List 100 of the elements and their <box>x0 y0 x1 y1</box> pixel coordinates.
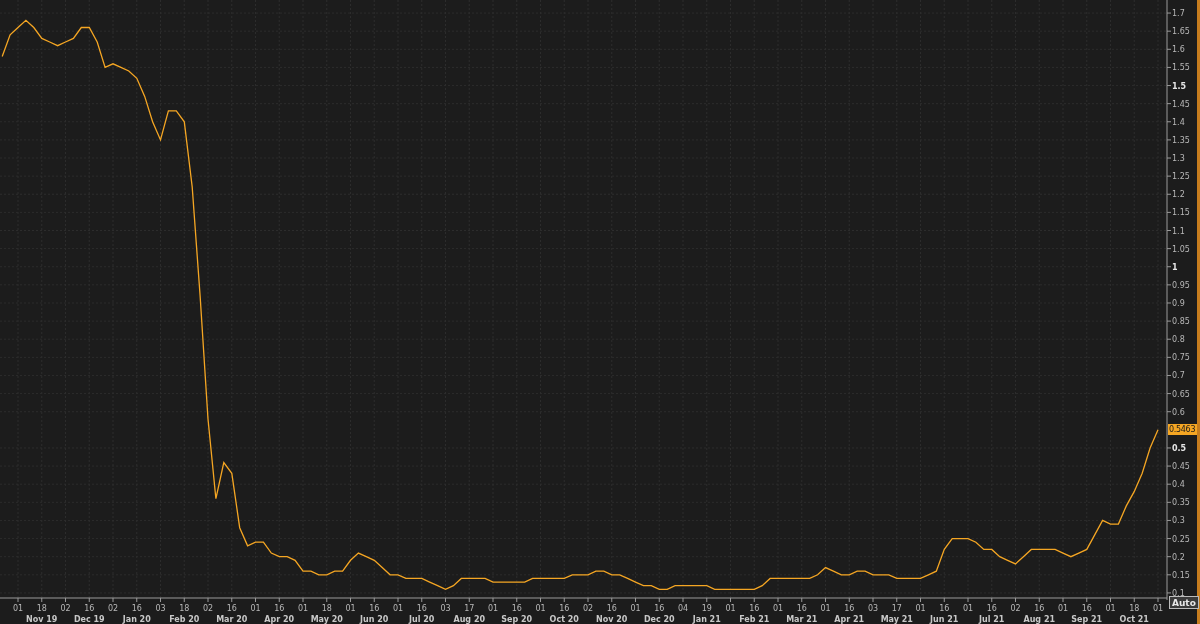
x-axis-label: 16 <box>654 604 665 613</box>
x-axis-label: 16 <box>986 604 997 613</box>
x-axis-label: 16 <box>796 604 807 613</box>
y-axis-label: 1.5 <box>1172 81 1187 91</box>
x-axis-label: 04 <box>677 604 689 613</box>
y-axis-label: 0.65 <box>1172 389 1190 399</box>
x-axis-label: 01 <box>392 604 404 613</box>
month-label: May 20 <box>310 615 343 624</box>
y-axis-label: 1.05 <box>1172 244 1190 254</box>
y-axis-label: 0.45 <box>1172 462 1190 472</box>
last-price-tag: 0.5463 <box>1168 423 1197 435</box>
y-axis-label: 1.35 <box>1172 135 1190 145</box>
y-axis-label: 1.2 <box>1172 190 1185 200</box>
month-label: Mar 21 <box>786 615 818 624</box>
month-label: Aug 20 <box>453 615 485 624</box>
y-axis-label: 0.8 <box>1172 335 1185 345</box>
x-axis-label: 01 <box>772 604 784 613</box>
y-axis-label: 0.7 <box>1172 371 1185 381</box>
y-axis-label: 1.3 <box>1172 154 1185 163</box>
y-axis-label: 1.6 <box>1172 45 1185 55</box>
x-axis-label: 01 <box>1152 604 1164 613</box>
month-label: Jun 21 <box>930 615 959 624</box>
x-axis-label: 16 <box>749 604 760 613</box>
x-axis-label: 16 <box>84 604 95 613</box>
x-axis-label: 01 <box>630 604 641 613</box>
x-axis-label: 16 <box>559 604 570 613</box>
month-label: Jan 21 <box>692 615 721 624</box>
x-axis-label: 16 <box>274 604 285 613</box>
x-axis-label: 01 <box>820 604 831 613</box>
y-axis-label: 1.65 <box>1172 27 1190 37</box>
x-axis-label: 16 <box>226 604 237 613</box>
x-axis-label: 01 <box>1105 604 1116 613</box>
x-axis-label: 01 <box>1057 604 1069 613</box>
x-axis-label: 16 <box>939 604 950 613</box>
y-axis-label: 0.3 <box>1172 516 1185 526</box>
x-axis-label: 02 <box>60 604 71 613</box>
y-axis-label: 0.1 <box>1172 588 1185 598</box>
x-axis-label: 18 <box>179 604 190 613</box>
x-axis-label: 01 <box>345 604 356 613</box>
auto-scale-button[interactable]: Auto <box>1169 596 1199 609</box>
x-axis-label: 18 <box>1129 604 1140 613</box>
x-axis-label: 01 <box>297 604 309 613</box>
month-label: Sep 20 <box>501 615 533 624</box>
month-label: Feb 21 <box>739 615 770 624</box>
month-label: Dec 19 <box>73 615 105 624</box>
x-axis-label: 03 <box>155 604 166 613</box>
y-axis-label: 1.1 <box>1172 226 1185 236</box>
x-axis-label: 01 <box>962 604 974 613</box>
y-axis-label: 1.45 <box>1172 99 1190 109</box>
x-axis-label: 02 <box>107 604 119 613</box>
y-axis-label: 0.2 <box>1172 552 1185 562</box>
x-axis-label: 01 <box>12 604 24 613</box>
y-axis-label: 1.4 <box>1172 117 1185 127</box>
month-label: Jul 20 <box>409 615 435 624</box>
month-label: Feb 20 <box>169 615 200 624</box>
y-axis-label: 1.7 <box>1172 9 1185 19</box>
x-axis-label: 16 <box>131 604 142 613</box>
x-axis-label: 02 <box>1010 604 1021 613</box>
x-axis-label: 16 <box>1081 604 1092 613</box>
y-axis-label: 0.5 <box>1172 443 1187 453</box>
month-label: Apr 21 <box>834 615 865 624</box>
month-label: Jun 20 <box>360 615 389 624</box>
x-axis-label: 01 <box>250 604 261 613</box>
x-axis-label: 17 <box>464 604 475 613</box>
x-axis-label: 01 <box>725 604 736 613</box>
x-axis-label: 01 <box>915 604 926 613</box>
x-axis-label: 16 <box>416 604 427 613</box>
month-label: Oct 21 <box>1119 615 1149 624</box>
y-axis-label: 0.4 <box>1172 480 1185 490</box>
y-axis-label: 1 <box>1172 262 1178 272</box>
x-axis-label: 16 <box>511 604 522 613</box>
y-axis-label: 0.85 <box>1172 317 1190 327</box>
month-label: Nov 19 <box>26 615 58 624</box>
x-axis-label: 01 <box>535 604 546 613</box>
x-axis-label: 02 <box>582 604 594 613</box>
y-axis-label: 1.55 <box>1172 63 1190 73</box>
x-axis-label: 01 <box>487 604 499 613</box>
y-axis-label: 0.25 <box>1172 534 1190 544</box>
month-label: Oct 20 <box>549 615 579 624</box>
y-axis-label: 1.15 <box>1172 208 1190 218</box>
x-axis-label: 18 <box>36 604 47 613</box>
month-label: Sep 21 <box>1071 615 1103 624</box>
x-axis-label: 16 <box>369 604 380 613</box>
x-axis-label: 16 <box>1034 604 1045 613</box>
x-axis-label: 17 <box>891 604 902 613</box>
x-axis-label: 03 <box>867 604 879 613</box>
month-label: Aug 21 <box>1023 615 1055 624</box>
x-axis-label: 16 <box>844 604 855 613</box>
x-axis-label: 03 <box>440 604 451 613</box>
x-axis-label: 02 <box>202 604 214 613</box>
y-axis-label: 0.95 <box>1172 280 1190 290</box>
month-label: Nov 20 <box>596 615 628 624</box>
x-axis-label: 16 <box>606 604 617 613</box>
month-label: Dec 20 <box>643 615 675 624</box>
y-axis-label: 0.9 <box>1172 299 1185 308</box>
month-label: Apr 20 <box>264 615 295 624</box>
month-label: Mar 20 <box>216 615 248 624</box>
y-axis-label: 0.15 <box>1172 570 1190 580</box>
y-axis-label: 0.35 <box>1172 498 1190 508</box>
y-axis-label: 0.75 <box>1172 353 1190 363</box>
